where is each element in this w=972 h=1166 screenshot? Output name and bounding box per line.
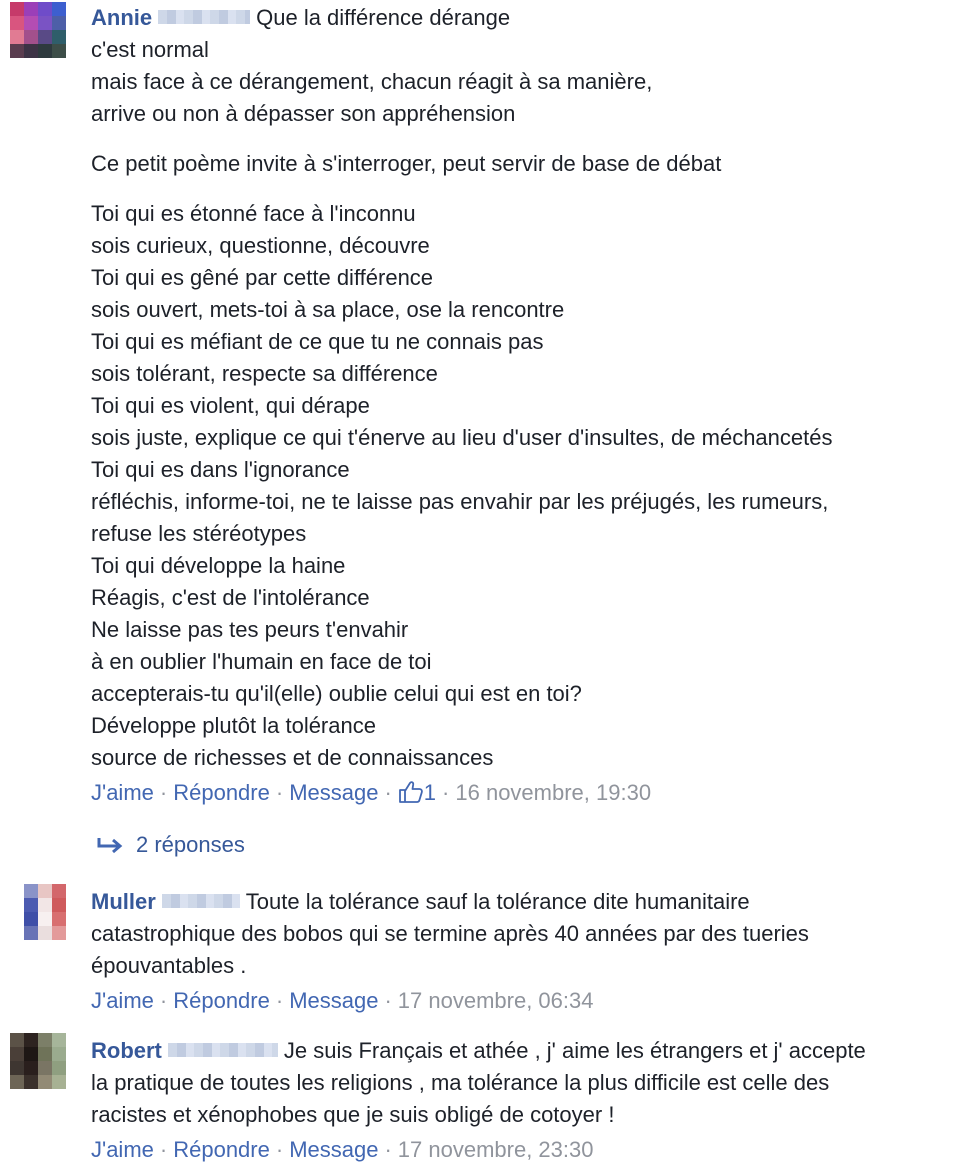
comment-line: Ne laisse pas tes peurs t'envahir [91,617,409,642]
comment-line: mais face à ce dérangement, chacun réagi… [91,69,653,94]
comment-line: Toi qui es dans l'ignorance [91,457,350,482]
comment-line: catastrophique des bobos qui se termine … [91,921,809,946]
comment-line: Développe plutôt la tolérance [91,713,376,738]
message-link[interactable]: Message [289,780,378,805]
message-link[interactable]: Message [289,988,378,1013]
comment-line: arrive ou non à dépasser son appréhensio… [91,101,516,126]
comment-line: sois ouvert, mets-toi à sa place, ose la… [91,297,565,322]
comment-actions: J'aime · Répondre · Message · 17 novembre, 23:… [91,1137,594,1162]
comment-body: Annie Que la différence dérange c'est nor… [91,2,951,808]
avatar[interactable] [10,1033,80,1089]
reply-link[interactable]: Répondre [173,988,270,1013]
like-link[interactable]: J'aime [91,988,154,1013]
comment-author[interactable]: Robert [91,1038,162,1063]
avatar[interactable] [10,2,80,58]
comment-line: source de richesses et de connaissances [91,745,494,770]
like-link[interactable]: J'aime [91,780,154,805]
comment-body: Robert Je suis Français et athée , j' aim… [91,1035,951,1165]
comment-line: réfléchis, informe-toi, ne te laisse pas… [91,489,829,514]
comment-actions: J'aime · Répondre · Message · 1 · 16 novembre, 1… [91,780,652,805]
comment-line: Que la différence dérange [256,5,511,30]
comment-line: accepterais-tu qu'il(elle) oublie celui … [91,681,582,706]
comment-timestamp[interactable]: 17 novembre, 06:34 [398,988,594,1013]
comment-line: la pratique de toutes les religions , ma… [91,1070,830,1095]
comment-line: Toute la tolérance sauf la tolérance dit… [245,889,750,914]
comment-line: sois tolérant, respecte sa différence [91,361,438,386]
like-count-value: 1 [423,780,437,805]
comment-line: racistes et xénophobes que je suis oblig… [91,1102,615,1127]
comment-line: Toi qui es méfiant de ce que tu ne conna… [91,329,544,354]
comment-line: Toi qui es violent, qui dérape [91,393,370,418]
comment-body: Muller Toute la tolérance sauf la toléran… [91,886,951,1016]
comment-timestamp[interactable]: 16 novembre, 19:30 [455,780,651,805]
comment-line: Toi qui développe la haine [91,553,346,578]
comment-author[interactable]: Annie [91,5,152,30]
reply-arrow-icon [97,838,123,854]
blurred-surname [158,10,251,25]
comment-line: épouvantables . [91,953,247,978]
replies-count-label: 2 réponses [136,832,245,857]
like-count[interactable]: 1 [398,780,436,805]
comment-line: Réagis, c'est de l'intolérance [91,585,370,610]
like-link[interactable]: J'aime [91,1137,154,1162]
comment-author[interactable]: Muller [91,889,156,914]
comment-line: Toi qui es gêné par cette différence [91,265,434,290]
reply-link[interactable]: Répondre [173,780,270,805]
avatar[interactable] [10,884,80,940]
reply-link[interactable]: Répondre [173,1137,270,1162]
blurred-surname [161,894,240,909]
comment-line: Toi qui es étonné face à l'inconnu [91,201,416,226]
thumbs-up-icon [398,781,423,803]
message-link[interactable]: Message [289,1137,378,1162]
comment-actions: J'aime · Répondre · Message · 17 novembre, 06:… [91,988,594,1013]
comment-line: Je suis Français et athée , j' aime les … [283,1038,866,1063]
blurred-surname [167,1043,278,1058]
comment-line: refuse les stéréotypes [91,521,307,546]
comment-line: à en oublier l'humain en face de toi [91,649,432,674]
comment-timestamp[interactable]: 17 novembre, 23:30 [398,1137,594,1162]
comment-line: Ce petit poème invite à s'interroger, pe… [91,151,722,176]
comment-line: sois curieux, questionne, découvre [91,233,430,258]
comment-line: sois juste, explique ce qui t'énerve au … [91,425,833,450]
view-replies-link[interactable]: 2 réponses [96,830,245,860]
comment-line: c'est normal [91,37,209,62]
